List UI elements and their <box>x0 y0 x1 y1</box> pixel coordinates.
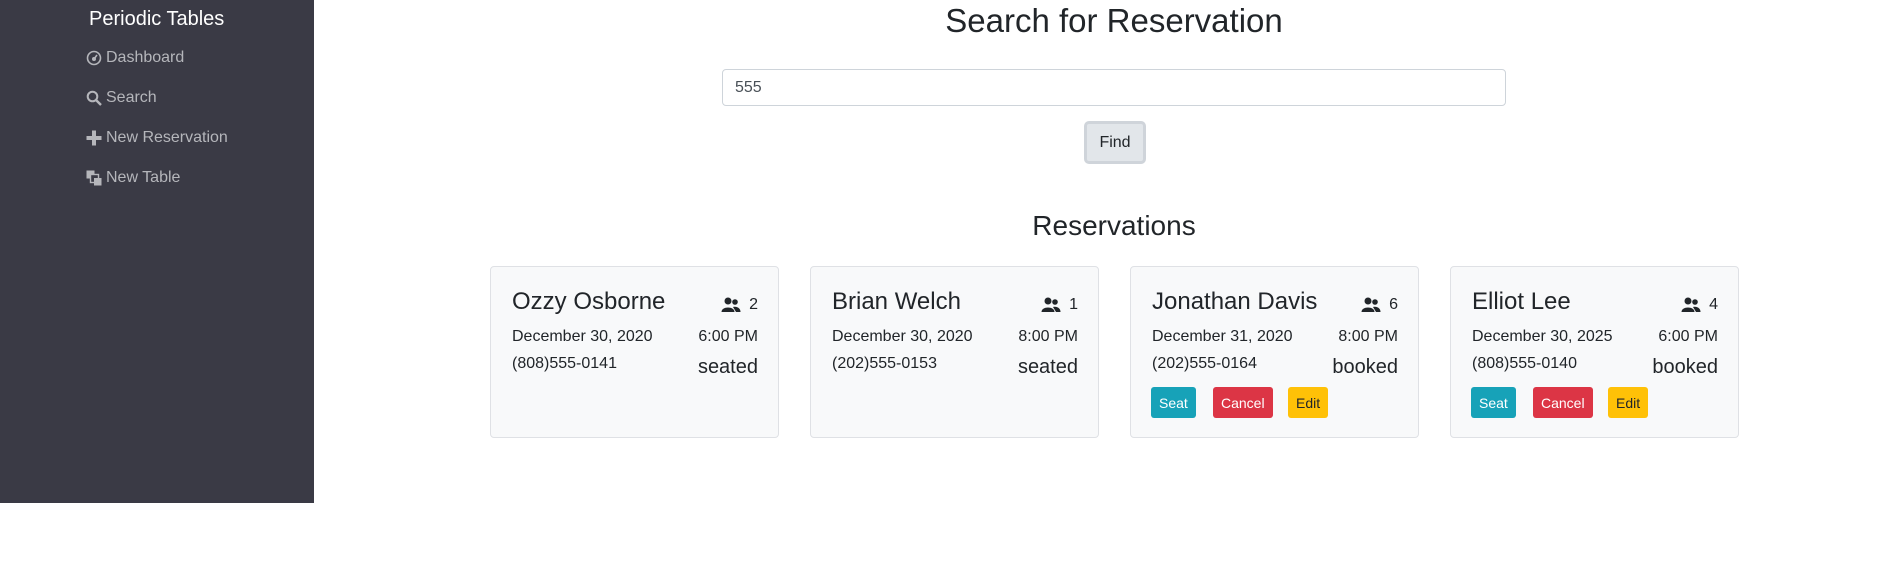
reservation-name: Elliot Lee <box>1472 288 1571 315</box>
sidebar-item-new-table[interactable]: New Table <box>85 169 180 187</box>
sidebar: Periodic Tables Dashboard Search New Res… <box>0 0 314 503</box>
tables-icon <box>85 170 102 187</box>
sidebar-item-label: Search <box>106 89 157 106</box>
sidebar-item-search[interactable]: Search <box>85 89 157 107</box>
party-count: 4 <box>1709 296 1718 313</box>
party-size: 2 <box>721 296 758 314</box>
reservation-phone: (202)555-0164 <box>1152 355 1257 372</box>
sidebar-item-label: Dashboard <box>106 49 185 66</box>
party-size: 1 <box>1041 296 1078 314</box>
party-count: 6 <box>1389 296 1398 313</box>
sidebar-item-new-reservation[interactable]: New Reservation <box>85 129 228 147</box>
people-icon <box>721 297 741 312</box>
reservation-date: December 31, 2020 <box>1152 328 1293 345</box>
party-count: 1 <box>1069 296 1078 313</box>
reservation-card: Jonathan Davis 6 December 31, 2020 8:00 … <box>1130 266 1419 438</box>
cancel-button[interactable]: Cancel <box>1213 387 1273 418</box>
sidebar-item-label: New Table <box>106 169 181 186</box>
sidebar-item-dashboard[interactable]: Dashboard <box>85 49 184 67</box>
reservation-name: Ozzy Osborne <box>512 288 666 315</box>
reservation-time: 6:00 PM <box>698 328 758 345</box>
reservations-heading: Reservations <box>1032 210 1196 241</box>
page-title: Search for Reservation <box>945 2 1283 39</box>
search-icon <box>85 90 102 107</box>
reservation-time: 8:00 PM <box>1018 328 1078 345</box>
edit-button[interactable]: Edit <box>1608 387 1649 418</box>
people-icon <box>1041 297 1061 312</box>
reservation-date: December 30, 2020 <box>832 328 973 345</box>
party-size: 4 <box>1681 296 1718 314</box>
party-size: 6 <box>1361 296 1398 314</box>
find-button[interactable]: Find <box>1084 121 1146 164</box>
reservation-date: December 30, 2025 <box>1472 328 1613 345</box>
reservation-time: 8:00 PM <box>1338 328 1398 345</box>
reservation-date: December 30, 2020 <box>512 328 653 345</box>
reservation-name: Brian Welch <box>832 288 961 315</box>
status-badge: seated <box>1017 356 1078 378</box>
party-count: 2 <box>749 296 758 313</box>
people-icon <box>1361 297 1381 312</box>
status-badge: booked <box>1652 356 1718 378</box>
reservation-card: Brian Welch 1 December 30, 2020 8:00 PM … <box>810 266 1099 438</box>
edit-button[interactable]: Edit <box>1288 387 1329 418</box>
reservation-card: Ozzy Osborne 2 December 30, 2020 6:00 PM… <box>490 266 779 438</box>
reservation-card: Elliot Lee 4 December 30, 2025 6:00 PM (… <box>1450 266 1739 438</box>
seat-button[interactable]: Seat <box>1471 387 1516 418</box>
dashboard-icon <box>85 50 102 67</box>
seat-button[interactable]: Seat <box>1151 387 1196 418</box>
status-badge: seated <box>697 356 758 378</box>
reservation-time: 6:00 PM <box>1658 328 1718 345</box>
status-badge: booked <box>1332 356 1398 378</box>
search-input[interactable] <box>722 69 1506 106</box>
reservation-name: Jonathan Davis <box>1152 288 1318 315</box>
cancel-button[interactable]: Cancel <box>1533 387 1593 418</box>
reservation-phone: (808)555-0140 <box>1472 355 1577 372</box>
plus-icon <box>85 130 102 147</box>
reservation-phone: (202)555-0153 <box>832 355 937 372</box>
sidebar-item-label: New Reservation <box>106 129 228 146</box>
people-icon <box>1681 297 1701 312</box>
reservation-phone: (808)555-0141 <box>512 355 617 372</box>
brand-title[interactable]: Periodic Tables <box>89 8 224 31</box>
